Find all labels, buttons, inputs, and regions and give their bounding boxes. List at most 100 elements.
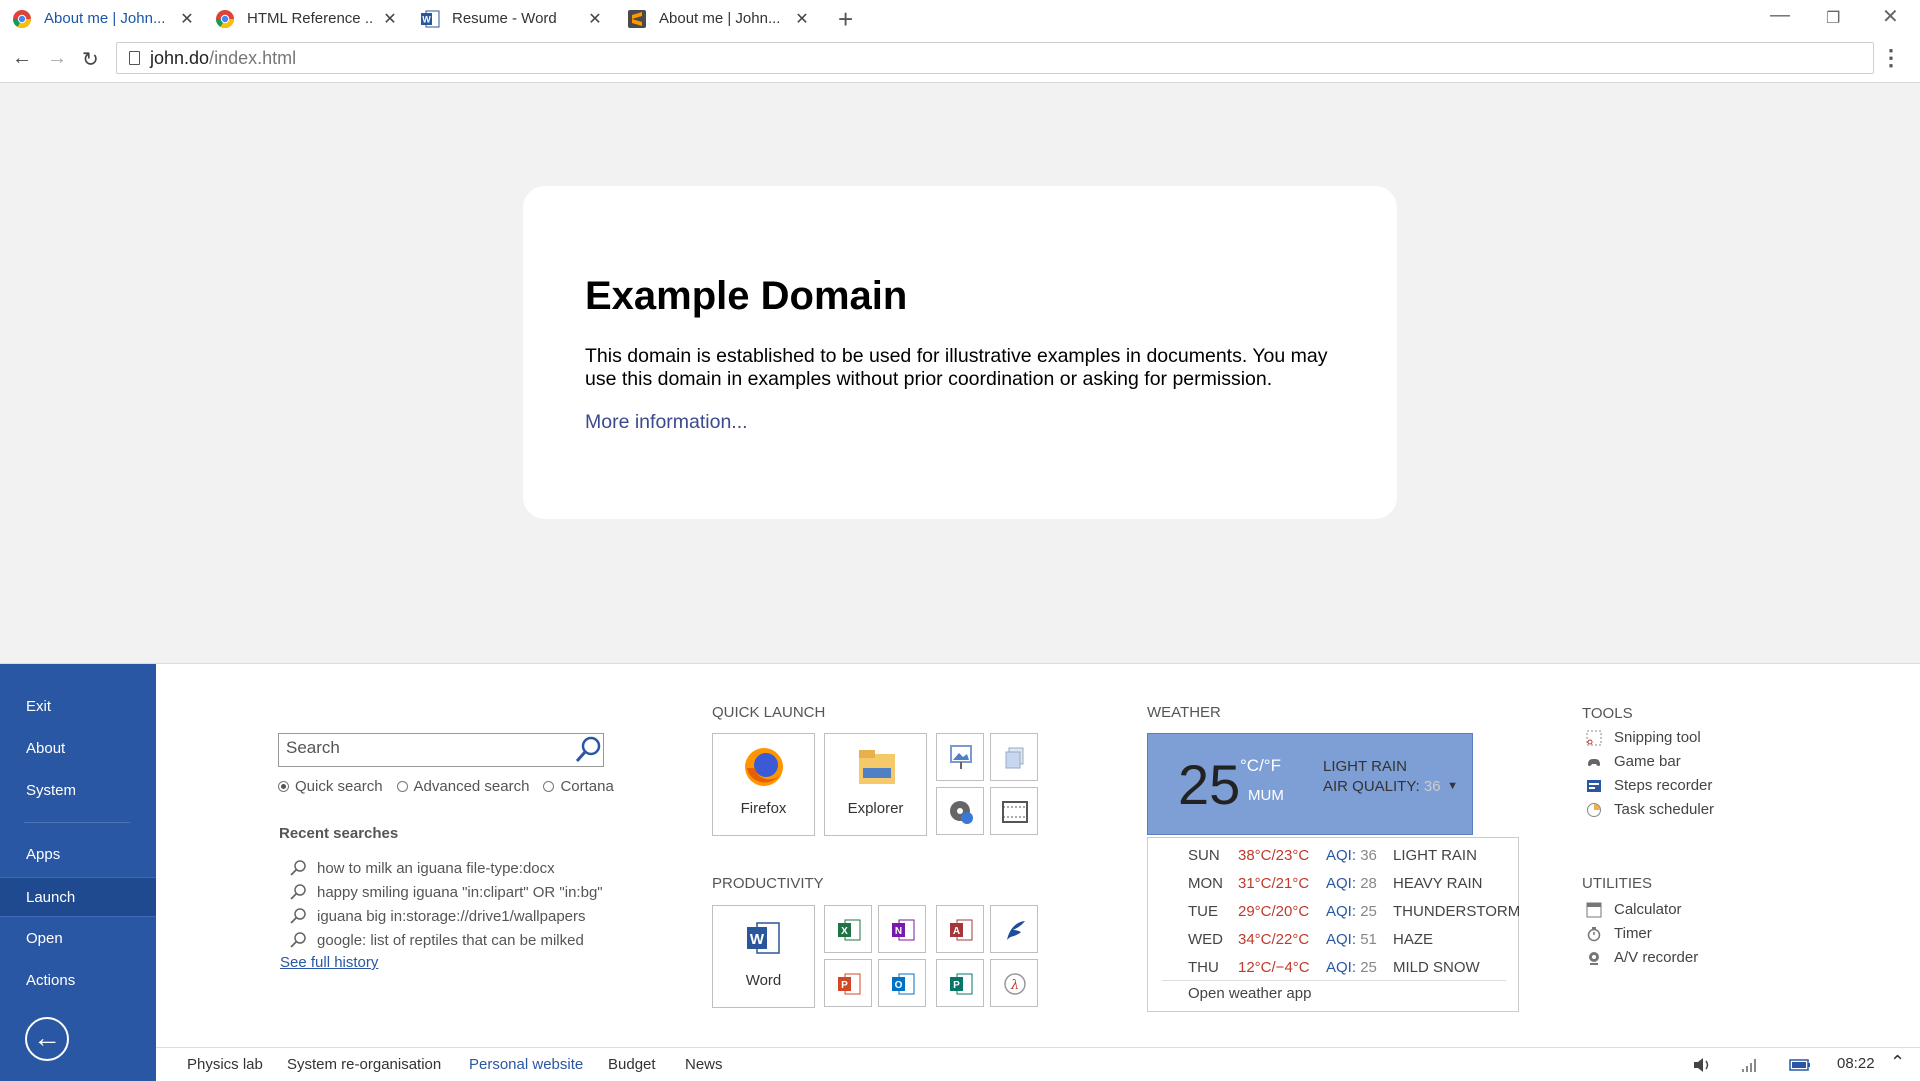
signal-icon[interactable] <box>1740 1057 1760 1073</box>
weather-forecast-dropdown: SUN 38°C/23°C AQI: 36 LIGHT RAIN MON 31°… <box>1147 837 1520 1012</box>
tab-resume-word[interactable]: W Resume - Word ✕ <box>420 0 602 37</box>
kebab-menu-icon[interactable]: ⋮ <box>1880 45 1902 71</box>
tab-about-me-sublime[interactable]: About me | John... ✕ <box>627 0 809 37</box>
tile-label: Explorer <box>847 800 904 817</box>
tile-label: Firefox <box>740 800 787 817</box>
word-tile[interactable]: W Word <box>712 905 815 1008</box>
bottom-item-news[interactable]: News <box>685 1056 723 1073</box>
tab-html-reference[interactable]: HTML Reference ... ✕ <box>215 0 397 37</box>
onenote-tile[interactable]: N <box>878 905 926 953</box>
window-close-icon[interactable]: ✕ <box>1882 4 1899 29</box>
access-tile[interactable]: A <box>936 905 984 953</box>
back-circle-icon[interactable]: ← <box>25 1017 69 1061</box>
recent-search-text: how to milk an iguana file-type:docx <box>317 859 555 877</box>
stopwatch-icon <box>1587 926 1601 941</box>
tab-label: About me | John... <box>44 10 166 27</box>
recent-search-item[interactable]: how to milk an iguana file-type:docx <box>289 856 603 880</box>
back-arrow-icon[interactable]: ← <box>12 47 32 70</box>
forecast-day: TUE <box>1188 902 1218 920</box>
radio-cortana[interactable]: Cortana <box>543 778 614 795</box>
tool-game-bar[interactable]: Game bar <box>1586 753 1681 770</box>
close-icon[interactable]: ✕ <box>586 9 604 29</box>
bottom-item-budget[interactable]: Budget <box>608 1056 656 1073</box>
more-info-link[interactable]: More information... <box>585 411 1335 434</box>
sidebar-item-apps[interactable]: Apps <box>0 835 156 875</box>
publisher-tile[interactable]: P <box>936 959 984 1007</box>
chevron-up-icon[interactable]: ⌃ <box>1890 1052 1905 1073</box>
utility-av-recorder[interactable]: A/V recorder <box>1586 949 1698 966</box>
utility-label: Timer <box>1614 925 1652 942</box>
tool-task-scheduler[interactable]: Task scheduler <box>1586 801 1714 818</box>
microphone-icon[interactable] <box>1692 1056 1712 1074</box>
forecast-aqi: AQI: 51 <box>1326 931 1377 948</box>
calculator-icon <box>1586 902 1602 917</box>
temp-unit-toggle[interactable]: °C/°F <box>1240 756 1281 776</box>
open-weather-app-link[interactable]: Open weather app <box>1188 985 1311 1002</box>
forecast-day: THU <box>1188 958 1219 976</box>
sidebar-item-actions[interactable]: Actions <box>0 961 156 1001</box>
sidebar-item-system[interactable]: System <box>0 771 156 811</box>
radio-label: Advanced search <box>413 778 530 795</box>
firefox-tile[interactable]: Firefox <box>712 733 815 836</box>
steps-recorder-icon <box>1587 779 1601 792</box>
outlook-tile[interactable]: O <box>878 959 926 1007</box>
sidebar-item-about[interactable]: About <box>0 729 156 769</box>
forecast-row[interactable]: THU 12°C/−4°C AQI: 25 MILD SNOW <box>1148 953 1520 981</box>
image-viewer-icon <box>950 745 972 769</box>
utility-timer[interactable]: Timer <box>1586 925 1652 942</box>
address-bar[interactable]: john.do/index.html <box>116 42 1874 74</box>
excel-tile[interactable]: X <box>824 905 872 953</box>
tab-about-me[interactable]: About me | John... ✕ <box>12 0 194 37</box>
bottom-item-personal-website[interactable]: Personal website <box>469 1056 583 1073</box>
files-icon <box>1005 747 1024 769</box>
tool-snipping[interactable]: Snipping tool <box>1586 729 1701 746</box>
utility-calculator[interactable]: Calculator <box>1586 901 1682 918</box>
url-path: /index.html <box>209 47 297 68</box>
sidebar-item-launch[interactable]: Launch <box>0 877 156 917</box>
reload-icon[interactable]: ↻ <box>82 47 99 72</box>
close-icon[interactable]: ✕ <box>381 9 399 29</box>
close-icon[interactable]: ✕ <box>793 9 811 29</box>
close-icon[interactable]: ✕ <box>178 9 196 29</box>
battery-icon[interactable] <box>1788 1057 1812 1073</box>
lambda-tile[interactable]: λ <box>990 959 1038 1007</box>
image-viewer-tile[interactable] <box>936 733 984 781</box>
see-full-history-link[interactable]: See full history <box>280 954 378 971</box>
svg-text:P: P <box>841 980 848 991</box>
radio-quick-search[interactable]: Quick search <box>278 778 383 795</box>
powerpoint-tile[interactable]: P <box>824 959 872 1007</box>
bottom-item-physics-lab[interactable]: Physics lab <box>187 1056 263 1073</box>
clock[interactable]: 08:22 <box>1837 1055 1875 1072</box>
weather-city: MUM <box>1248 787 1284 804</box>
media-player-tile[interactable] <box>936 787 984 835</box>
recent-search-item[interactable]: happy smiling iguana "in:clipart" OR "in… <box>289 880 603 904</box>
film-tile[interactable] <box>990 787 1038 835</box>
search-input[interactable]: Search <box>278 733 604 767</box>
sidebar-item-exit[interactable]: Exit <box>0 687 156 727</box>
recent-search-item[interactable]: iguana big in:storage://drive1/wallpaper… <box>289 904 603 928</box>
restore-icon[interactable]: ❐ <box>1826 8 1840 28</box>
search-icon[interactable] <box>572 734 604 766</box>
forward-arrow-icon[interactable]: → <box>47 47 67 70</box>
forecast-row[interactable]: WED 34°C/22°C AQI: 51 HAZE <box>1148 925 1520 953</box>
feather-tile[interactable] <box>990 905 1038 953</box>
forecast-day: WED <box>1188 930 1223 948</box>
recent-search-item[interactable]: google: list of reptiles that can be mil… <box>289 928 603 952</box>
chevron-down-icon[interactable]: ▼ <box>1447 780 1458 792</box>
explorer-tile[interactable]: Explorer <box>824 733 927 836</box>
tool-steps-recorder[interactable]: Steps recorder <box>1586 777 1712 794</box>
aqi-label: AQI: <box>1326 874 1357 892</box>
forecast-row[interactable]: MON 31°C/21°C AQI: 28 HEAVY RAIN <box>1148 869 1520 897</box>
new-tab-button[interactable]: + <box>838 4 853 35</box>
bottom-item-system-reorganisation[interactable]: System re-organisation <box>287 1056 441 1073</box>
weather-air-quality: AIR QUALITY: 36 <box>1323 778 1441 795</box>
radio-dot <box>278 781 289 792</box>
weather-card[interactable]: 25 °C/°F MUM LIGHT RAIN AIR QUALITY: 36 … <box>1147 733 1473 835</box>
tool-label: Snipping tool <box>1614 729 1701 746</box>
sidebar-item-open[interactable]: Open <box>0 919 156 959</box>
radio-advanced-search[interactable]: Advanced search <box>396 778 530 795</box>
minimize-icon[interactable]: — <box>1770 4 1790 27</box>
forecast-row[interactable]: TUE 29°C/20°C AQI: 25 THUNDERSTORM <box>1148 897 1520 925</box>
files-tile[interactable] <box>990 733 1038 781</box>
forecast-row[interactable]: SUN 38°C/23°C AQI: 36 LIGHT RAIN <box>1148 841 1520 869</box>
